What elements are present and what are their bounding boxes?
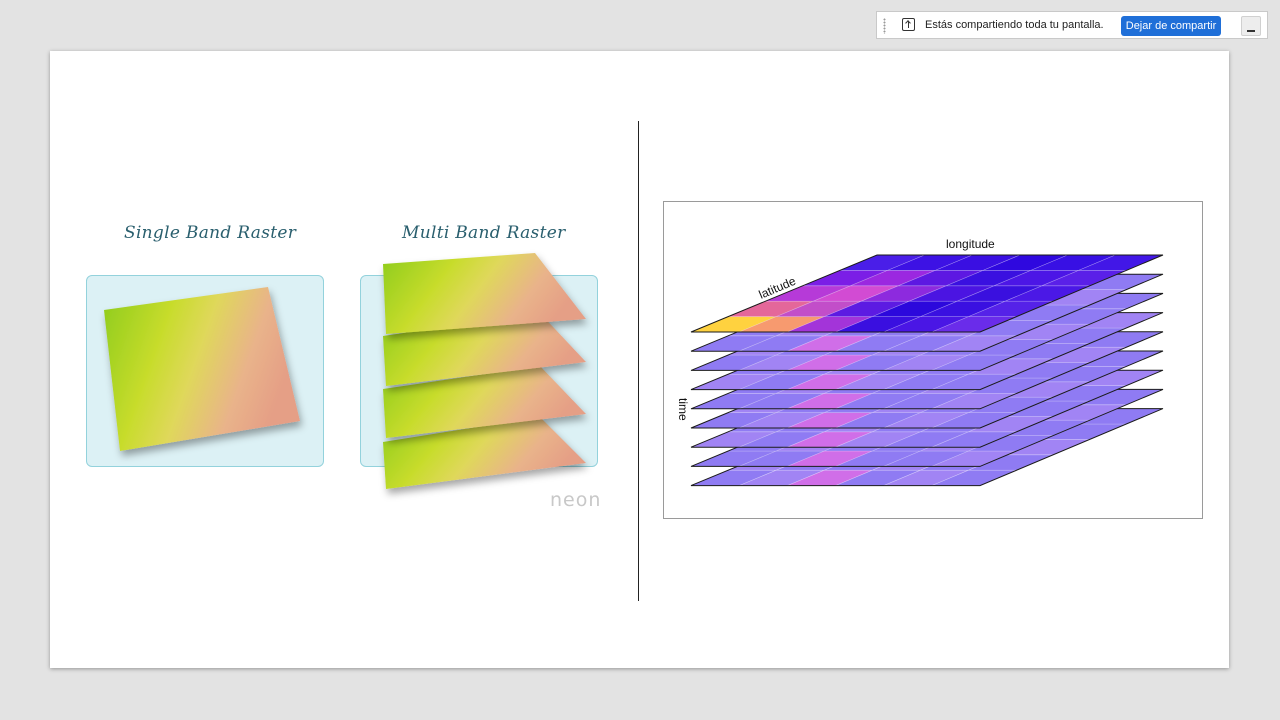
multi-band-layers <box>383 253 586 489</box>
data-cube-figure: longitude latitude time <box>663 201 1203 519</box>
data-cube-svg: longitudelatitudetime <box>676 237 1164 487</box>
share-screen-icon <box>902 18 915 31</box>
minimize-button[interactable] <box>1241 16 1261 36</box>
presentation-slide: Single Band Raster Multi Band Raster neo… <box>50 51 1229 668</box>
screen-share-bar: Estás compartiendo toda tu pantalla. Dej… <box>876 11 1268 39</box>
drag-handle-icon[interactable] <box>883 18 886 34</box>
single-band-layer <box>104 287 300 451</box>
share-status-text: Estás compartiendo toda tu pantalla. <box>925 19 1104 31</box>
raster-illustration <box>104 253 586 489</box>
slide-divider <box>638 121 639 601</box>
time-label: time <box>676 398 690 421</box>
longitude-label: longitude <box>946 237 995 251</box>
stop-sharing-button[interactable]: Dejar de compartir <box>1121 16 1221 36</box>
neon-logo: neon <box>550 489 602 511</box>
